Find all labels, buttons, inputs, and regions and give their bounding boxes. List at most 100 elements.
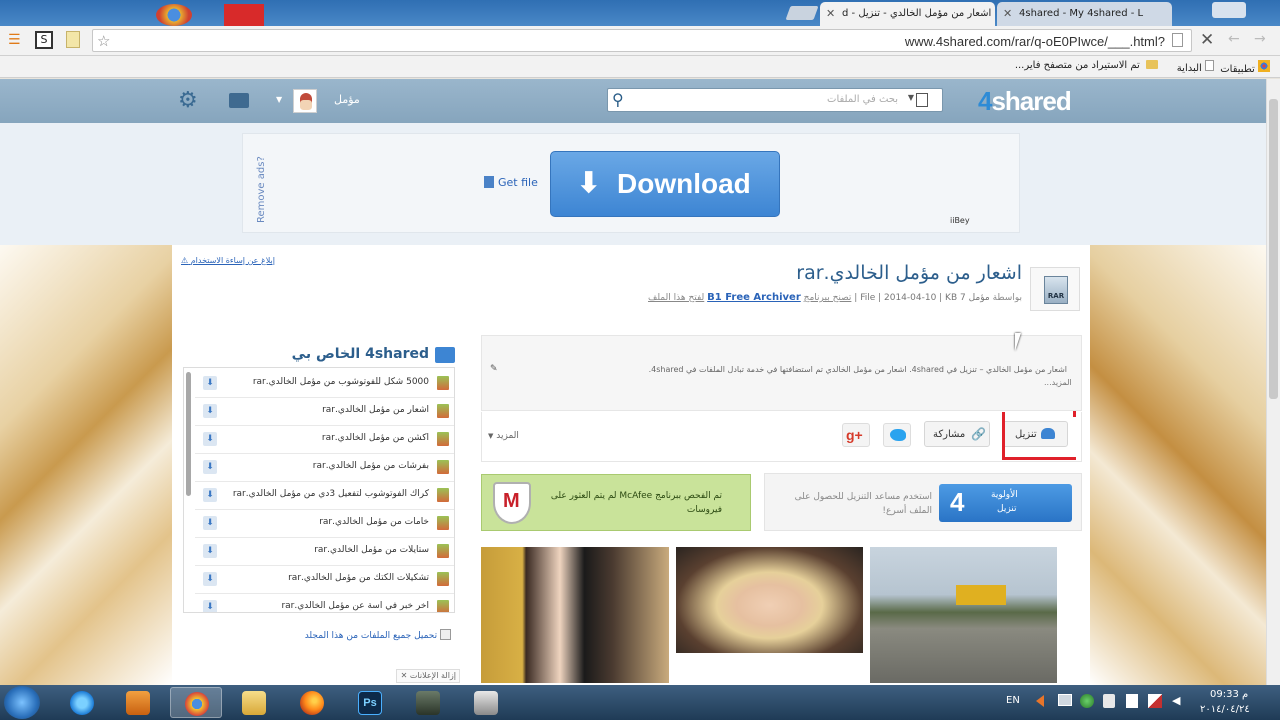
taskbar-app-1[interactable] xyxy=(402,687,454,718)
address-bar[interactable]: ☆ www.4shared.com/rar/q-oE0PIwce/___.htm… xyxy=(92,29,1192,52)
file-type-dropdown[interactable] xyxy=(916,93,928,107)
bookmark-apps[interactable]: تطبيقات xyxy=(1220,60,1270,75)
page-icon xyxy=(1205,60,1214,71)
twitter-button[interactable] xyxy=(883,423,911,447)
remove-ads-sidebar[interactable]: إزالة الإعلانات ✕ xyxy=(396,669,460,683)
list-item[interactable]: ⬇ ستايلات من مؤمل الخالدي.rar xyxy=(195,538,454,566)
rar-icon xyxy=(437,404,449,418)
download-arrow-icon[interactable]: ⬇ xyxy=(203,432,217,446)
list-item[interactable]: ⬇ اكشن من مؤمل الخالدي.rar xyxy=(195,426,454,454)
folder-icon xyxy=(242,691,266,715)
share-button[interactable]: 🔗 مشاركة xyxy=(924,421,990,447)
menu-icon[interactable]: ☰ xyxy=(8,32,21,48)
extension-icon[interactable]: S xyxy=(35,31,53,49)
priority-label-1: الأولوية xyxy=(991,490,1018,500)
link-icon: 🔗 xyxy=(971,427,986,441)
chat-icon[interactable] xyxy=(229,93,249,108)
monitor-tray-icon[interactable] xyxy=(1058,694,1072,706)
download-all-icon xyxy=(440,629,451,640)
flag-tray-icon[interactable] xyxy=(1148,694,1162,708)
more-dropdown[interactable]: المزيد ▼ xyxy=(488,431,519,441)
star-icon[interactable]: ☆ xyxy=(97,32,110,50)
twitter-icon xyxy=(890,429,906,441)
taskbar-explorer[interactable] xyxy=(228,687,280,718)
google-plus-button[interactable]: g+ xyxy=(842,423,870,447)
forward-icon[interactable]: → xyxy=(1254,31,1266,47)
close-icon[interactable]: ✕ xyxy=(1003,7,1012,20)
download-arrow-icon[interactable]: ⬇ xyxy=(203,544,217,558)
taskbar-chrome[interactable] xyxy=(170,687,222,718)
download-arrow-icon[interactable]: ⬇ xyxy=(203,600,217,612)
download-arrow-icon[interactable]: ⬇ xyxy=(203,516,217,530)
stop-icon[interactable]: ✕ xyxy=(1200,30,1214,50)
download-arrow-icon[interactable]: ⬇ xyxy=(203,488,217,502)
list-item[interactable]: ⬇ تشكيلات الكتك من مؤمل الخالدي.rar xyxy=(195,566,454,594)
scrollbar-thumb[interactable] xyxy=(1269,99,1278,399)
back-icon[interactable]: ← xyxy=(1228,31,1240,47)
clock-time[interactable]: 09:33 م xyxy=(1210,689,1248,700)
annotation-red-tick xyxy=(1073,411,1076,417)
list-item[interactable]: ⬇ اشعار من مؤمل الخالدي.rar xyxy=(195,398,454,426)
list-item[interactable]: ⬇ خامات من مؤمل الخالدي.rar xyxy=(195,510,454,538)
remove-ads-link[interactable]: Remove ads? xyxy=(256,156,267,223)
clock-date[interactable]: ٢٠١٤/٠٤/٢٤ xyxy=(1200,704,1250,715)
priority-download-button[interactable]: 4 الأولوية تنزيل xyxy=(939,484,1072,522)
network-tray-icon[interactable] xyxy=(1080,694,1094,708)
window-minimize-button[interactable] xyxy=(1212,2,1246,18)
mouse-cursor xyxy=(1015,333,1021,351)
taskbar-media[interactable] xyxy=(112,687,164,718)
search-input[interactable]: ⚲ بحث في الملفات ▼ xyxy=(607,88,943,112)
sidebar-scrollbar[interactable] xyxy=(186,372,191,496)
page-icon xyxy=(1172,33,1183,47)
4shared-logo[interactable]: 4shared xyxy=(978,86,1072,117)
download-arrow-icon[interactable]: ⬇ xyxy=(203,572,217,586)
thumbnail-crash[interactable] xyxy=(870,547,1057,683)
list-item[interactable]: ⬇ 5000 شكل للفوتوشوب من مؤمل الخالدي.rar xyxy=(195,370,454,398)
tab-my-4shared[interactable]: ✕ 4shared - My 4shared - L xyxy=(997,2,1172,26)
search-icon[interactable]: ⚲ xyxy=(612,90,624,109)
taskbar-app-2[interactable] xyxy=(460,687,512,718)
start-button[interactable] xyxy=(4,686,40,719)
username-label[interactable]: مؤمل xyxy=(334,93,360,106)
download-arrow-icon[interactable]: ⬇ xyxy=(203,460,217,474)
bookmark-home[interactable]: البداية xyxy=(1177,60,1214,74)
list-item[interactable]: ⬇ كراك الفوتوشوب لتفعيل 3دي من مؤمل الخال… xyxy=(195,482,454,510)
taskbar-photoshop[interactable]: Ps xyxy=(344,687,396,718)
avatar[interactable] xyxy=(293,89,317,113)
gear-icon[interactable]: ⚙ xyxy=(178,88,198,113)
thumbnail-portrait[interactable] xyxy=(676,547,863,653)
close-icon[interactable]: ✕ xyxy=(826,7,835,20)
language-indicator[interactable]: EN xyxy=(1006,695,1020,706)
download-arrow-icon[interactable]: ⬇ xyxy=(203,376,217,390)
ad-download-button[interactable]: ⬇ Download xyxy=(550,151,780,217)
close-icon[interactable]: ✕ xyxy=(401,671,408,680)
thumbnail-red-carpet[interactable] xyxy=(481,547,669,683)
download-all-link[interactable]: تحميل جميع الملفات من هذا المجلد xyxy=(305,629,451,641)
list-item[interactable]: ⬇ بفرشات من مؤمل الخالدي.rar xyxy=(195,454,454,482)
download-arrow-icon[interactable]: ⬇ xyxy=(203,404,217,418)
bookmark-imported[interactable]: تم الاستيراد من متصفح فاير... xyxy=(1015,60,1158,71)
report-abuse-link[interactable]: إبلاغ عن إساءة الاستخدام ⚠ xyxy=(181,256,275,265)
taskbar-ie[interactable] xyxy=(56,687,108,718)
logo-prefix: 4 xyxy=(978,86,993,116)
page-scrollbar[interactable] xyxy=(1266,79,1280,685)
archiver-link[interactable]: B1 Free Archiver xyxy=(707,292,801,303)
taskbar-firefox[interactable] xyxy=(286,687,338,718)
sidebar-title: 4shared الخاص بي xyxy=(291,346,429,362)
url-text: www.4shared.com/rar/q-oE0PIwce/___.html? xyxy=(904,34,1165,49)
tab-active-file[interactable]: ✕ اشعار من مؤمل الخالدي - تنزيل - d xyxy=(820,2,995,26)
volume-tray-icon[interactable]: ◀ xyxy=(1172,694,1186,708)
shield-tray-icon[interactable] xyxy=(1103,694,1115,708)
notes-icon[interactable] xyxy=(66,31,80,48)
browser-tab-strip: ✕ اشعار من مؤمل الخالدي - تنزيل - d ✕ 4s… xyxy=(0,0,1280,26)
get-file-link[interactable]: Get file xyxy=(484,176,538,189)
description-more-link[interactable]: المزيد... xyxy=(1044,378,1072,387)
tray-arrow-icon[interactable] xyxy=(1036,695,1044,707)
chevron-down-icon[interactable]: ▼ xyxy=(276,95,282,104)
chevron-down-icon[interactable]: ▼ xyxy=(908,93,914,102)
list-item[interactable]: ⬇ اخر خبر في اسة عن مؤمل الخالدي.rar xyxy=(195,594,454,612)
mcafee-text: تم الفحص ببرنامج McAfee لم يتم العثور عل… xyxy=(550,491,722,515)
new-tab-button[interactable] xyxy=(785,6,819,20)
edit-icon[interactable]: ✎ xyxy=(490,364,498,374)
device-tray-icon[interactable] xyxy=(1126,694,1138,708)
